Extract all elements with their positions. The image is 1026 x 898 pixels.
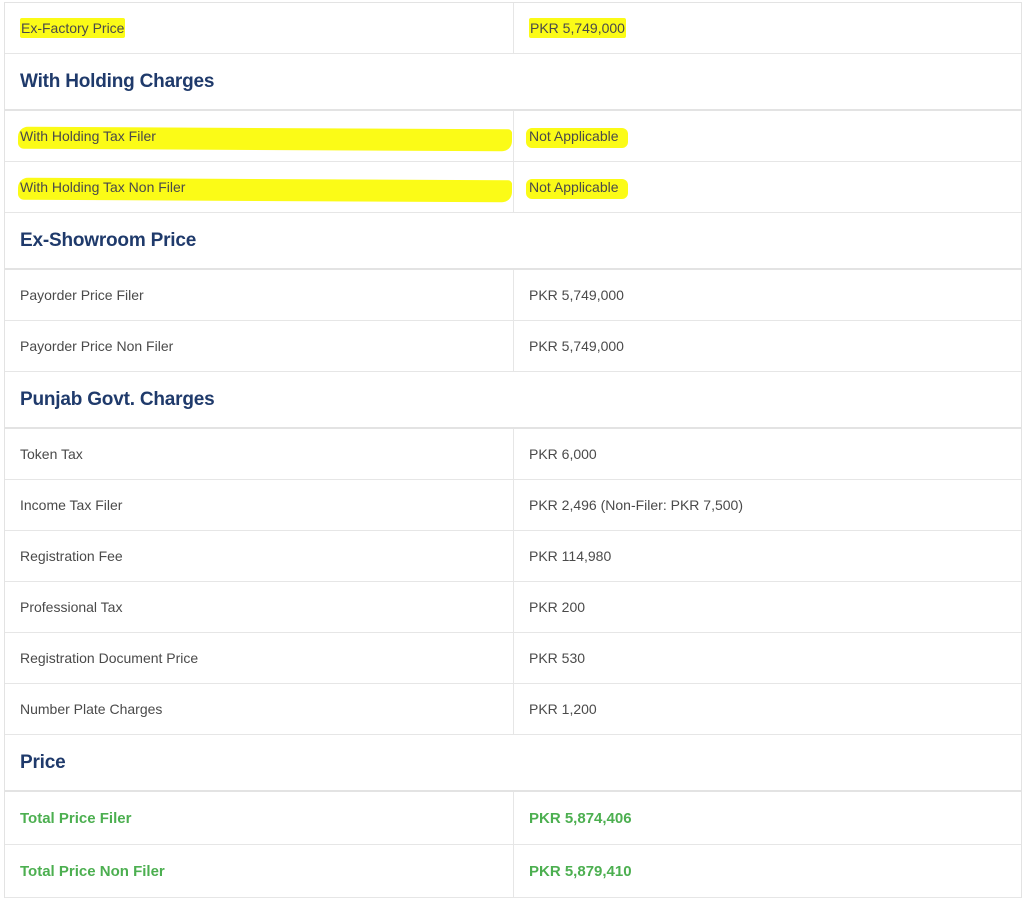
registration-fee-value: PKR 114,980 <box>529 548 612 564</box>
total-non-filer-label: Total Price Non Filer <box>5 845 514 897</box>
table-row-income-tax-filer: Income Tax Filer PKR 2,496 (Non-Filer: P… <box>5 480 1021 531</box>
table-row-total-non-filer: Total Price Non Filer PKR 5,879,410 <box>5 845 1021 898</box>
row-value: Not Applicable <box>514 162 1021 212</box>
section-heading-ex-showroom: Ex-Showroom Price <box>5 213 1021 270</box>
table-row-ex-factory: Ex-Factory Price PKR 5,749,000 <box>5 3 1021 54</box>
table-row-payorder-non-filer: Payorder Price Non Filer PKR 5,749,000 <box>5 321 1021 372</box>
table-row-professional-tax: Professional Tax PKR 200 <box>5 582 1021 633</box>
table-row-registration-fee: Registration Fee PKR 114,980 <box>5 531 1021 582</box>
wht-filer-value: Not Applicable <box>529 128 619 144</box>
payorder-non-filer-label: Payorder Price Non Filer <box>5 321 514 371</box>
row-value: Not Applicable <box>514 111 1021 161</box>
row-label: Ex-Factory Price <box>5 3 514 53</box>
price-heading: Price <box>20 751 66 773</box>
registration-document-label: Registration Document Price <box>5 633 514 683</box>
ex-factory-label: Ex-Factory Price <box>20 18 126 38</box>
payorder-non-filer-value: PKR 5,749,000 <box>529 338 624 354</box>
punjab-heading: Punjab Govt. Charges <box>20 388 215 410</box>
ex-showroom-heading: Ex-Showroom Price <box>20 229 197 251</box>
wht-non-filer-label: With Holding Tax Non Filer <box>20 179 186 195</box>
section-heading-with-holding: With Holding Charges <box>5 54 1021 111</box>
with-holding-heading: With Holding Charges <box>20 70 215 92</box>
token-tax-label: Token Tax <box>5 429 514 479</box>
registration-fee-label: Registration Fee <box>5 531 514 581</box>
payorder-filer-label: Payorder Price Filer <box>5 270 514 320</box>
total-filer-label: Total Price Filer <box>5 792 514 844</box>
payorder-filer-value: PKR 5,749,000 <box>529 287 624 303</box>
table-row-wht-non-filer: With Holding Tax Non Filer Not Applicabl… <box>5 162 1021 213</box>
row-label: With Holding Tax Filer <box>5 111 514 161</box>
income-tax-filer-value: PKR 2,496 (Non-Filer: PKR 7,500) <box>529 497 743 513</box>
total-filer-value: PKR 5,874,406 <box>529 809 632 827</box>
row-label: With Holding Tax Non Filer <box>5 162 514 212</box>
number-plate-label: Number Plate Charges <box>5 684 514 734</box>
row-value: PKR 5,749,000 <box>514 3 1021 53</box>
table-row-number-plate: Number Plate Charges PKR 1,200 <box>5 684 1021 735</box>
table-row-registration-document: Registration Document Price PKR 530 <box>5 633 1021 684</box>
number-plate-value: PKR 1,200 <box>529 701 597 717</box>
price-table: Ex-Factory Price PKR 5,749,000 With Hold… <box>4 2 1022 898</box>
professional-tax-label: Professional Tax <box>5 582 514 632</box>
professional-tax-value: PKR 200 <box>529 599 586 615</box>
table-row-wht-filer: With Holding Tax Filer Not Applicable <box>5 111 1021 162</box>
ex-factory-value: PKR 5,749,000 <box>529 18 626 38</box>
table-row-token-tax: Token Tax PKR 6,000 <box>5 429 1021 480</box>
section-heading-price: Price <box>5 735 1021 792</box>
wht-non-filer-value: Not Applicable <box>529 179 619 195</box>
table-row-payorder-filer: Payorder Price Filer PKR 5,749,000 <box>5 270 1021 321</box>
registration-document-value: PKR 530 <box>529 650 586 666</box>
income-tax-filer-label: Income Tax Filer <box>5 480 514 530</box>
wht-filer-label: With Holding Tax Filer <box>20 128 156 144</box>
token-tax-value: PKR 6,000 <box>529 446 597 462</box>
section-heading-punjab: Punjab Govt. Charges <box>5 372 1021 429</box>
table-row-total-filer: Total Price Filer PKR 5,874,406 <box>5 792 1021 845</box>
total-non-filer-value: PKR 5,879,410 <box>529 862 632 880</box>
